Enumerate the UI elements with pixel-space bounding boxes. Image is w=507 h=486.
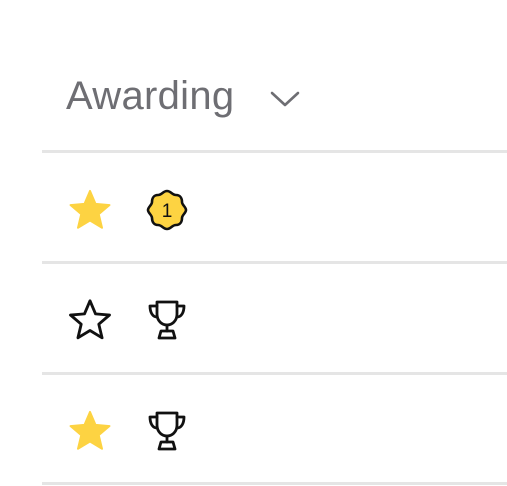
awarding-dropdown[interactable]: Awarding bbox=[66, 68, 300, 124]
divider bbox=[42, 482, 507, 485]
trophy-icon bbox=[148, 300, 186, 340]
divider bbox=[42, 261, 507, 264]
award-row: 1 bbox=[0, 157, 507, 262]
star-filled-icon[interactable] bbox=[67, 188, 113, 232]
award-row bbox=[0, 378, 507, 483]
divider bbox=[42, 372, 507, 375]
award-row bbox=[0, 267, 507, 372]
rank-medal-icon: 1 bbox=[146, 189, 188, 231]
star-outline-icon[interactable] bbox=[67, 298, 113, 342]
trophy-icon bbox=[148, 411, 186, 451]
awarding-label: Awarding bbox=[66, 74, 235, 118]
star-filled-icon[interactable] bbox=[67, 409, 113, 453]
medal-rank-number: 1 bbox=[162, 201, 173, 222]
divider bbox=[42, 150, 507, 153]
chevron-down-icon bbox=[271, 91, 300, 107]
